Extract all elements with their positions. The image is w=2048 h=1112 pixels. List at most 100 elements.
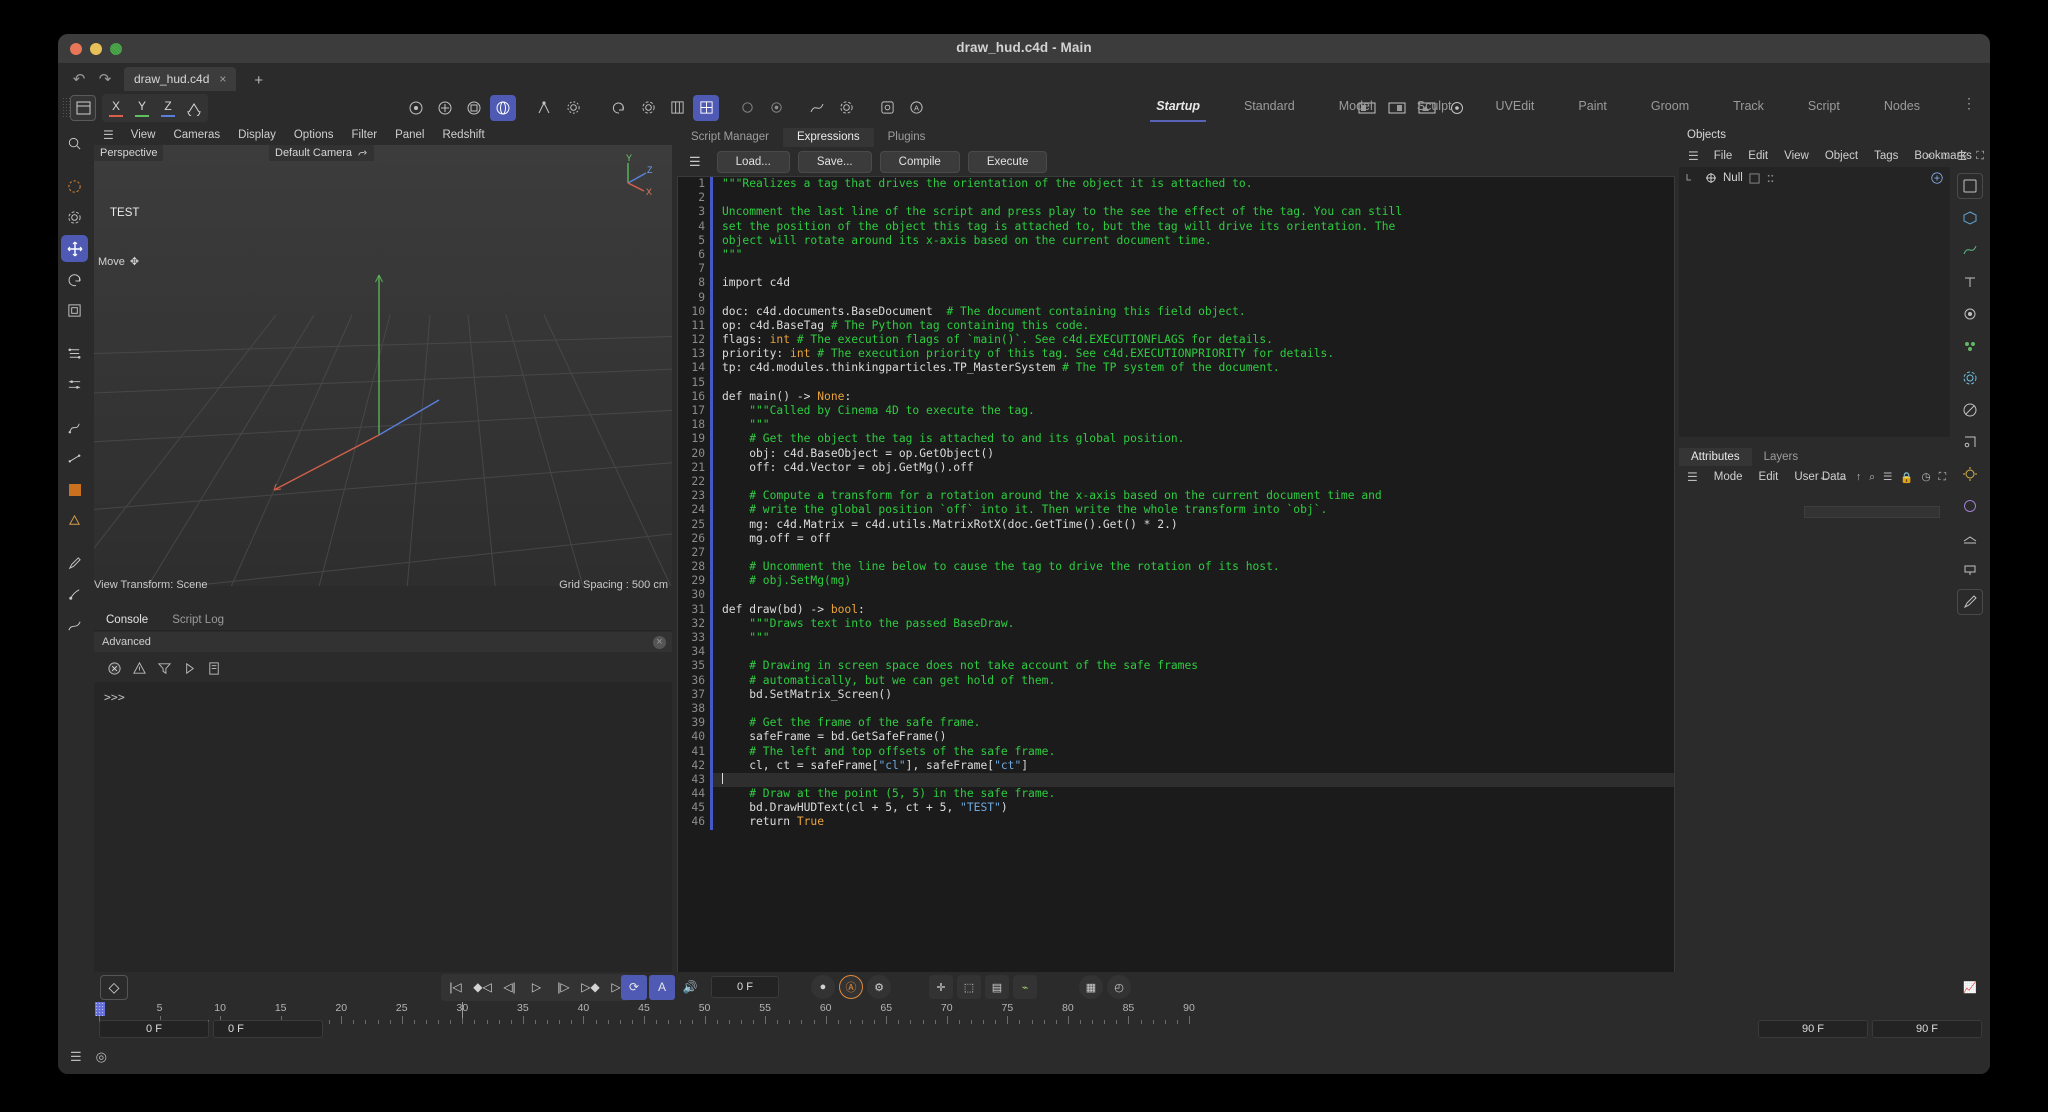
code-line[interactable]: 34 [678, 645, 1674, 660]
text-object-icon[interactable] [1957, 269, 1983, 295]
toolbar-grip[interactable] [62, 96, 70, 119]
select-live-icon[interactable] [403, 95, 429, 121]
code-line[interactable]: 6 """ [678, 247, 1674, 263]
sculpt-object-icon[interactable] [1957, 589, 1983, 615]
tab-script-manager[interactable]: Script Manager [677, 128, 783, 147]
loop-toggle-icon[interactable]: ⟳ [621, 974, 647, 1000]
selection-tool-icon[interactable] [61, 130, 88, 157]
search-icon[interactable]: ⌕ [1927, 150, 1933, 163]
tab-attributes[interactable]: Attributes [1679, 448, 1752, 466]
go-to-start-icon[interactable]: |◁ [443, 976, 468, 999]
code-line[interactable]: 19 # Get the object the tag is attached … [678, 432, 1674, 447]
code-line[interactable]: 3 Uncomment the last line of the script a… [678, 205, 1674, 220]
record-keyframe-icon[interactable]: ◇ [100, 974, 128, 1000]
dope-sheet-icon[interactable]: ▦ [1079, 975, 1103, 999]
close-icon[interactable]: × [219, 72, 226, 86]
code-line[interactable]: 5 object will rotate around its x-axis ba… [678, 233, 1674, 248]
code-line[interactable]: 4 set the position of the object this tag… [678, 219, 1674, 234]
viewport-menu-view[interactable]: View [122, 129, 165, 141]
rotate-tool-icon[interactable] [490, 94, 516, 121]
move-tool-icon[interactable] [432, 95, 458, 121]
layout-tab-sculpt[interactable]: Sculpt [1395, 91, 1474, 124]
hamburger-icon[interactable]: ☰ [95, 128, 122, 142]
simulation-object-icon[interactable] [1957, 365, 1983, 391]
motion-clip-icon[interactable]: ▤ [985, 975, 1009, 999]
layout-tab-uvedit[interactable]: UVEdit [1474, 91, 1557, 124]
list-icon[interactable]: ☰ [1957, 150, 1967, 163]
new-document-icon[interactable]: + [248, 72, 269, 91]
grid-toggle-icon[interactable] [664, 95, 690, 121]
code-line[interactable]: 11 op: c4d.BaseTag # The Python tag conta… [678, 318, 1674, 334]
expand-icon[interactable]: ⛶ [1939, 471, 1946, 484]
code-line[interactable]: 10 doc: c4d.documents.BaseDocument # The … [678, 304, 1674, 319]
code-line[interactable]: 17 """Called by Cinema 4D to execute the… [678, 404, 1674, 419]
material-object-icon[interactable] [1957, 493, 1983, 519]
pen-tool-icon[interactable] [61, 550, 88, 577]
back-arrow-icon[interactable]: ← [1819, 471, 1830, 484]
viewport-menu-filter[interactable]: Filter [343, 129, 387, 141]
code-line[interactable]: 32 """Draws text into the passed BaseDra… [678, 616, 1674, 631]
expand-icon[interactable]: ⛶ [1976, 150, 1984, 163]
code-line[interactable]: 15 [678, 375, 1674, 390]
playhead[interactable] [95, 1002, 105, 1016]
code-line[interactable]: 30 [678, 588, 1674, 603]
hamburger-icon[interactable]: ☰ [681, 155, 709, 168]
code-line[interactable]: 18 """ [678, 418, 1674, 433]
layout-tab-paint[interactable]: Paint [1556, 91, 1629, 124]
code-line[interactable]: 24 # write the global position `off` int… [678, 503, 1674, 518]
up-arrow-icon[interactable]: ↑ [1856, 471, 1861, 484]
light-object-icon[interactable] [1957, 461, 1983, 487]
code-line[interactable]: 42 cl, ct = safeFrame["cl"], safeFrame["… [678, 758, 1674, 773]
code-line[interactable]: 29 # obj.SetMg(mg) [678, 574, 1674, 589]
code-line[interactable]: 23 # Compute a transform for a rotation … [678, 489, 1674, 504]
parametric-object-icon[interactable] [1957, 205, 1983, 231]
code-line[interactable]: 25 mg: c4d.Matrix = c4d.utils.MatrixRotX… [678, 517, 1674, 532]
object-row-null[interactable]: Null [1679, 167, 1950, 189]
tab-plugins[interactable]: Plugins [874, 128, 940, 147]
attributes-menu-mode[interactable]: Mode [1706, 471, 1751, 483]
objects-menu-view[interactable]: View [1776, 150, 1817, 162]
viewport-menu-redshift[interactable]: Redshift [433, 129, 493, 141]
console-output[interactable]: >>> [94, 682, 672, 1014]
mograph-gear-icon[interactable] [833, 95, 859, 121]
keyframe-settings-icon[interactable]: ⚙ [867, 975, 891, 999]
axis-lock-z[interactable]: Z [156, 96, 180, 120]
code-line[interactable]: 41 # The left and top offsets of the saf… [678, 744, 1674, 759]
redo-icon[interactable]: ↷ [92, 67, 118, 91]
spline-object-icon[interactable] [1957, 237, 1983, 263]
code-line[interactable]: 20 obj: c4d.BaseObject = op.GetObject() [678, 446, 1674, 461]
function-curve-icon[interactable]: 📈 [1958, 975, 1982, 999]
render-settings-gear-icon[interactable] [635, 95, 661, 121]
mograph-icon[interactable] [874, 95, 900, 121]
layout-manager-icon[interactable] [70, 94, 96, 121]
layout-tab-standard[interactable]: Standard [1222, 91, 1317, 124]
code-line[interactable]: 46 return True [678, 815, 1674, 830]
timeline-ruler-icon[interactable]: ◴ [1107, 975, 1131, 999]
close-icon[interactable]: × [653, 635, 666, 649]
tab-console[interactable]: Console [94, 611, 160, 629]
tab-layers[interactable]: Layers [1752, 448, 1811, 466]
object-tree[interactable]: Null [1679, 167, 1950, 437]
code-line[interactable]: 36 # automatically, but we can get hold … [678, 673, 1674, 688]
forward-arrow-icon[interactable]: → [1837, 471, 1848, 484]
compile-button[interactable]: Compile [879, 150, 960, 173]
filter-icon[interactable] [154, 658, 174, 678]
next-key-icon[interactable]: ▷◆ [578, 976, 603, 999]
code-line[interactable]: 16 def main() -> None: [678, 389, 1674, 404]
polygon-mode-icon[interactable] [61, 507, 88, 534]
save-button[interactable]: Save... [797, 150, 872, 173]
attributes-menu-edit[interactable]: Edit [1751, 471, 1787, 483]
objects-menu-tags[interactable]: Tags [1866, 150, 1906, 162]
code-line[interactable]: 2 [678, 191, 1674, 206]
layout-tab-script[interactable]: Script [1786, 91, 1862, 124]
move-axis-icon[interactable] [61, 204, 88, 231]
load-button[interactable]: Load... [716, 150, 790, 173]
axis-lock-x[interactable]: X [104, 96, 128, 120]
run-icon[interactable] [179, 658, 199, 678]
code-line[interactable]: 45 bd.DrawHUDText(cl + 5, ct + 5, "TEST"… [678, 801, 1674, 816]
field-object-icon[interactable] [1957, 429, 1983, 455]
code-line[interactable]: 14 tp: c4d.modules.thinkingparticles.TP_M… [678, 361, 1674, 376]
floor-object-icon[interactable] [1957, 525, 1983, 551]
code-line[interactable]: 1 """Realizes a tag that drives the orien… [678, 177, 1674, 192]
hamburger-icon[interactable]: ☰ [1679, 470, 1706, 484]
